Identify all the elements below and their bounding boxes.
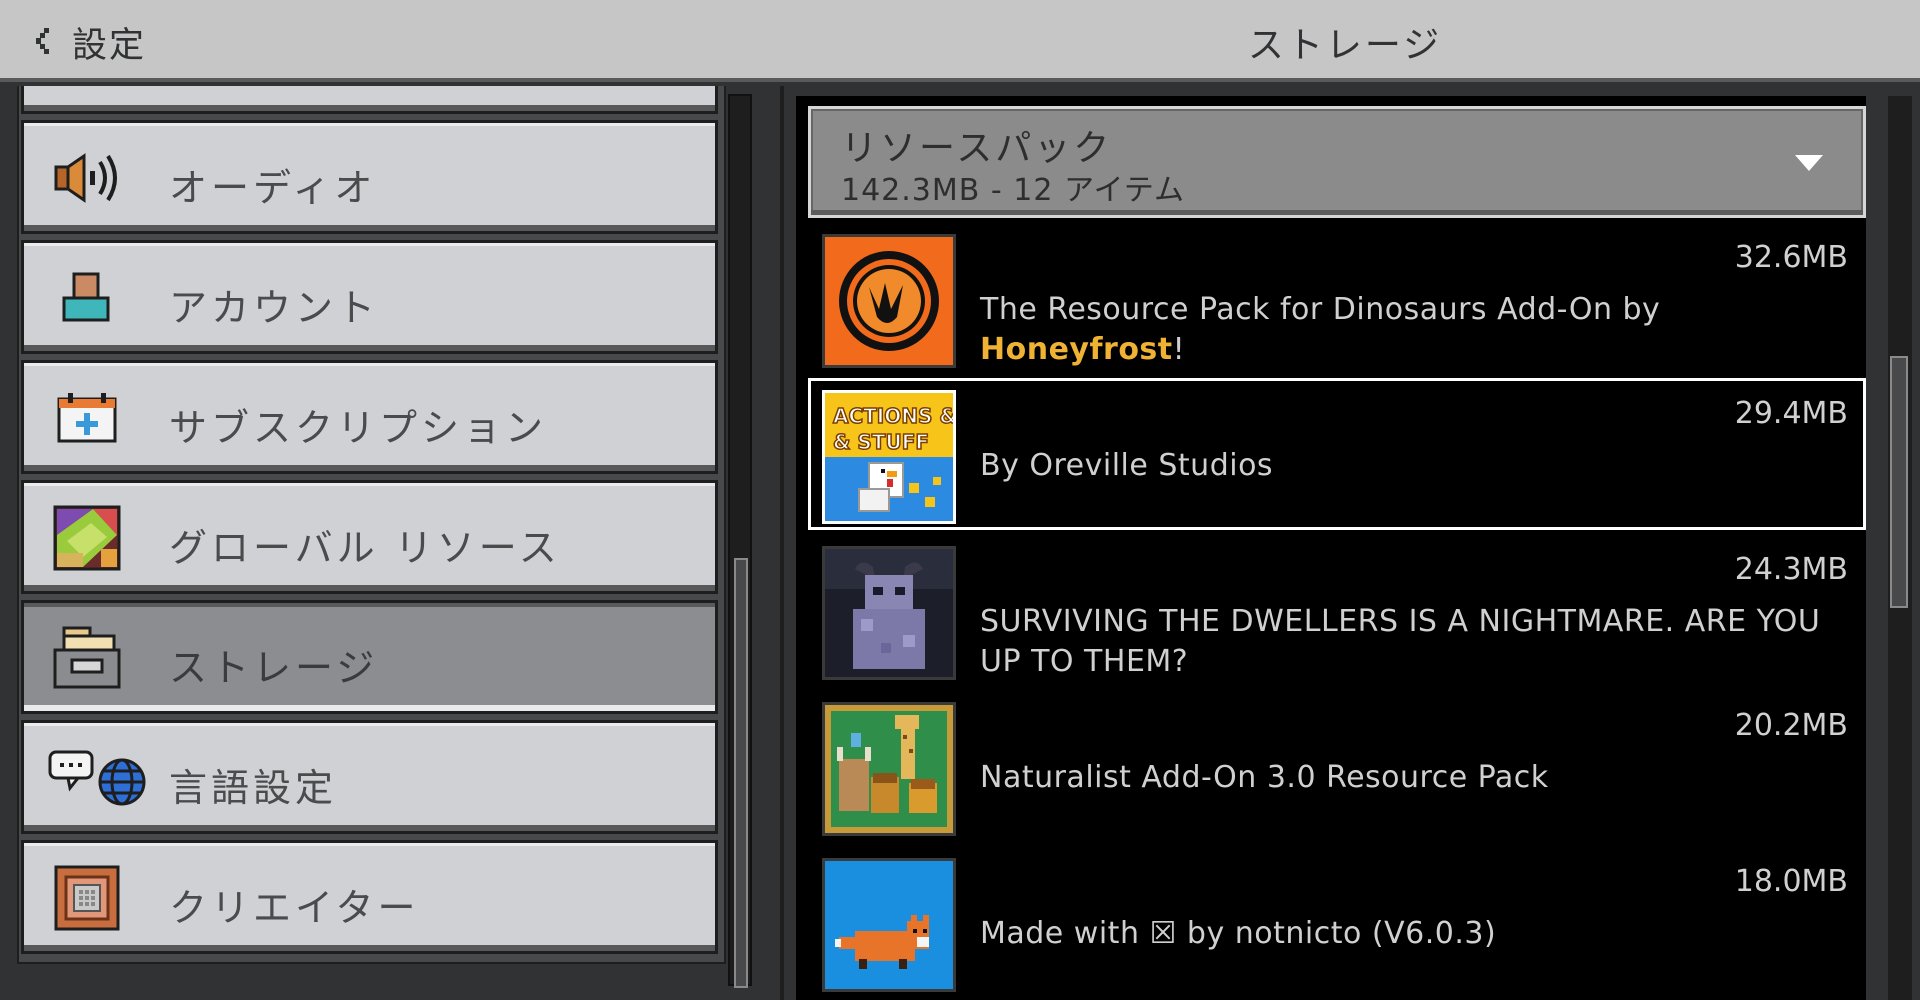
storage-icon [49,625,125,691]
actions-and-stuff-pack-icon: ACTIONS & STUFF & STUFF [822,390,956,524]
pack-description: SURVIVING THE DWELLERS IS A NIGHTMARE. A… [980,604,1821,679]
sidebar-item-label: アカウント [169,286,380,330]
global-resources-icon [49,505,125,571]
top-bar: 設定 ストレージ [0,0,1920,82]
dropdown-title: リソースパック [841,128,1113,169]
dwellers-pack-icon [822,546,956,680]
pack-type-dropdown[interactable]: リソースパック 142.3MB - 12 アイテム [808,106,1866,218]
pack-size: 29.4MB [1734,396,1848,431]
sidebar-item-audio[interactable]: オーディオ [21,120,718,234]
sidebar-item-subscription[interactable]: サブスクリプション [21,360,718,474]
sidebar-item-language[interactable]: 言語設定 [21,720,718,834]
subscription-icon [49,385,125,451]
pack-row-actions-and-stuff[interactable]: ACTIONS & STUFF & STUFF 29.4MB By Orevil… [808,378,1866,530]
sidebar-item-storage[interactable]: ストレージ [21,600,718,714]
pack-row-naturalist[interactable]: 20.2MB Naturalist Add-On 3.0 Resource Pa… [808,690,1866,842]
language-icon [46,745,150,811]
sidebar-item-creator[interactable]: クリエイター [21,840,718,954]
sidebar-item-label: 言語設定 [169,766,338,810]
dropdown-summary: 142.3MB - 12 アイテム [841,173,1185,208]
creator-icon [49,865,125,931]
sidebar-item-account[interactable]: アカウント [21,240,718,354]
thumb-text-actions: ACTIONS & STUFF [833,404,953,428]
sidebar-item-global-resources[interactable]: グローバル リソース [21,480,718,594]
sidebar-item-label: クリエイター [169,886,420,930]
pack-description: Naturalist Add-On 3.0 Resource Pack [980,760,1549,795]
back-label: 設定 [72,25,147,66]
pack-row-dinosaurs[interactable]: 32.6MB The Resource Pack for Dinosaurs A… [808,222,1866,374]
pack-description: The Resource Pack for Dinosaurs Add-On b… [980,292,1661,367]
pack-size: 24.3MB [1734,552,1848,587]
pack-size: 32.6MB [1734,240,1848,275]
author-highlight: Honeyfrost [980,332,1173,367]
back-button[interactable]: 設定 [18,14,158,70]
pack-size: 20.2MB [1734,708,1848,743]
chevron-left-icon [36,28,49,54]
settings-nav-list: オーディオ アカウント サブスクリプション グローバル リソース ストレージ 言… [17,86,726,964]
sidebar-item-label: サブスクリプション [169,406,548,450]
pack-row-dwellers[interactable]: 24.3MB SURVIVING THE DWELLERS IS A NIGHT… [808,534,1866,686]
naturalist-pack-icon [822,702,956,836]
svg-text:& STUFF: & STUFF [833,430,929,454]
pack-size: 18.0MB [1734,864,1848,899]
account-icon [49,265,125,331]
sidebar-item-partial[interactable] [21,86,718,114]
dinosaur-pack-icon [822,234,956,368]
settings-sidebar: オーディオ アカウント サブスクリプション グローバル リソース ストレージ 言… [0,86,770,1000]
fox-pack-icon [822,858,956,992]
sidebar-scrollbar-thumb[interactable] [734,558,748,988]
page-title: ストレージ [1247,25,1443,66]
pack-row-fox[interactable]: 18.0MB Made with ☒ by notnicto (V6.0.3) [808,846,1866,998]
chevron-down-icon [1795,155,1823,171]
sidebar-item-label: オーディオ [169,166,377,210]
sidebar-item-label: グローバル リソース [169,526,561,570]
sidebar-item-label: ストレージ [169,646,379,690]
pack-description: By Oreville Studios [980,448,1274,483]
pack-description: Made with ☒ by notnicto (V6.0.3) [980,916,1497,951]
content-scrollbar-thumb[interactable] [1890,356,1908,608]
speaker-icon [49,145,125,211]
